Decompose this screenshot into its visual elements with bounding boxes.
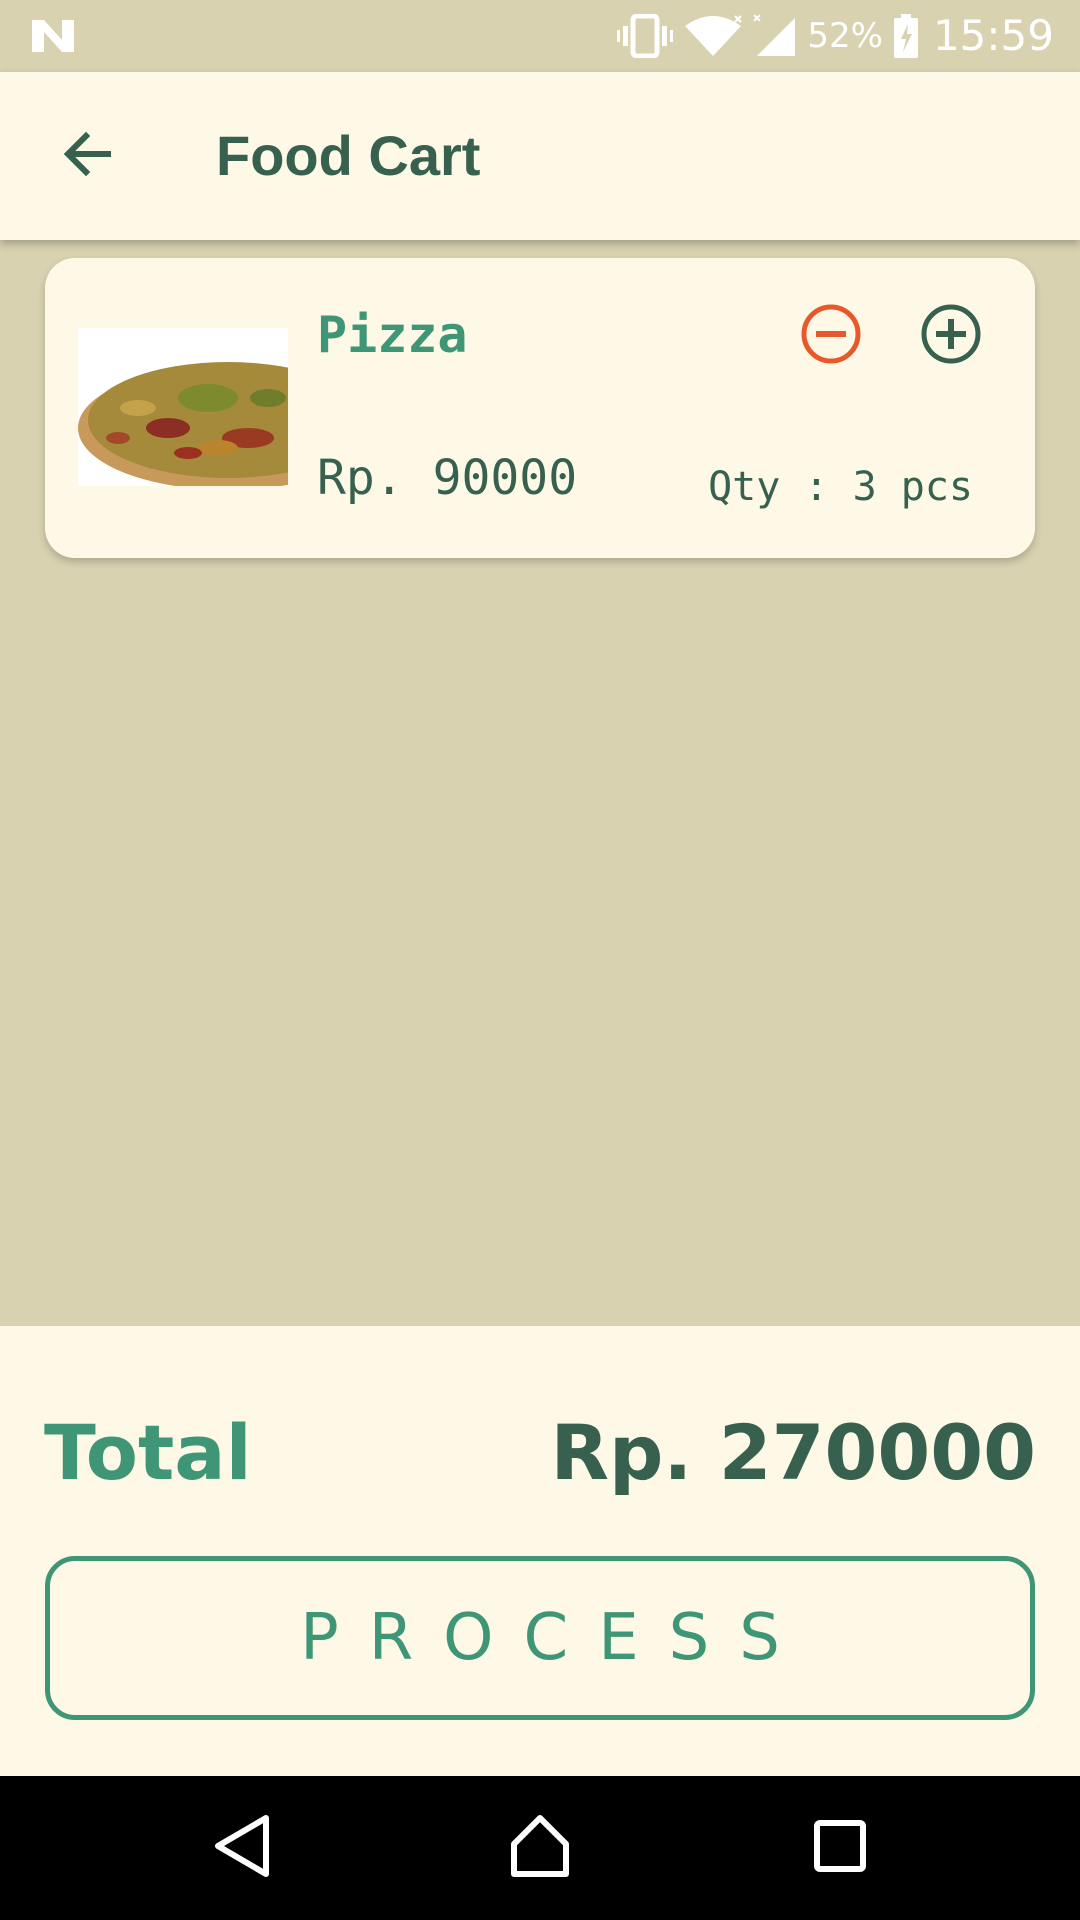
status-icons: 52% 15:59 xyxy=(617,0,1054,72)
increase-qty-button[interactable] xyxy=(915,300,987,372)
status-bar: 52% 15:59 xyxy=(0,0,1080,72)
page-title: Food Cart xyxy=(216,124,481,187)
food-qty: Qty : 3 pcs xyxy=(708,464,973,510)
nav-back-icon xyxy=(212,1814,272,1883)
nav-recents-button[interactable] xyxy=(790,1798,890,1898)
status-time: 15:59 xyxy=(932,11,1054,60)
signal-icon xyxy=(753,14,797,58)
cart-item-card[interactable]: Pizza Rp. 90000 Qty : 3 pcs xyxy=(45,258,1035,558)
nav-recents-icon xyxy=(812,1818,868,1879)
arrow-back-icon xyxy=(60,126,116,187)
food-price: Rp. 90000 xyxy=(317,450,578,506)
process-button[interactable]: PROCESS xyxy=(45,1556,1035,1720)
nav-home-icon xyxy=(508,1814,572,1883)
decrease-qty-button[interactable] xyxy=(795,300,867,372)
nav-home-button[interactable] xyxy=(490,1798,590,1898)
total-label: Total xyxy=(44,1408,252,1497)
minus-circle-icon xyxy=(800,303,862,370)
vibrate-icon xyxy=(617,14,674,58)
checkout-panel: Total Rp. 270000 PROCESS xyxy=(0,1326,1080,1776)
food-name: Pizza xyxy=(317,306,468,364)
plus-circle-icon xyxy=(920,303,982,370)
wifi-icon xyxy=(683,14,743,58)
n-logo-icon xyxy=(30,18,76,54)
back-button[interactable] xyxy=(40,108,136,204)
app-bar: Food Cart xyxy=(0,72,1080,240)
nav-back-button[interactable] xyxy=(192,1798,292,1898)
pizza-image xyxy=(78,328,288,486)
system-nav-bar xyxy=(0,1776,1080,1920)
total-value: Rp. 270000 xyxy=(550,1408,1036,1497)
battery-percent: 52% xyxy=(807,16,883,56)
battery-charging-icon xyxy=(893,14,919,58)
